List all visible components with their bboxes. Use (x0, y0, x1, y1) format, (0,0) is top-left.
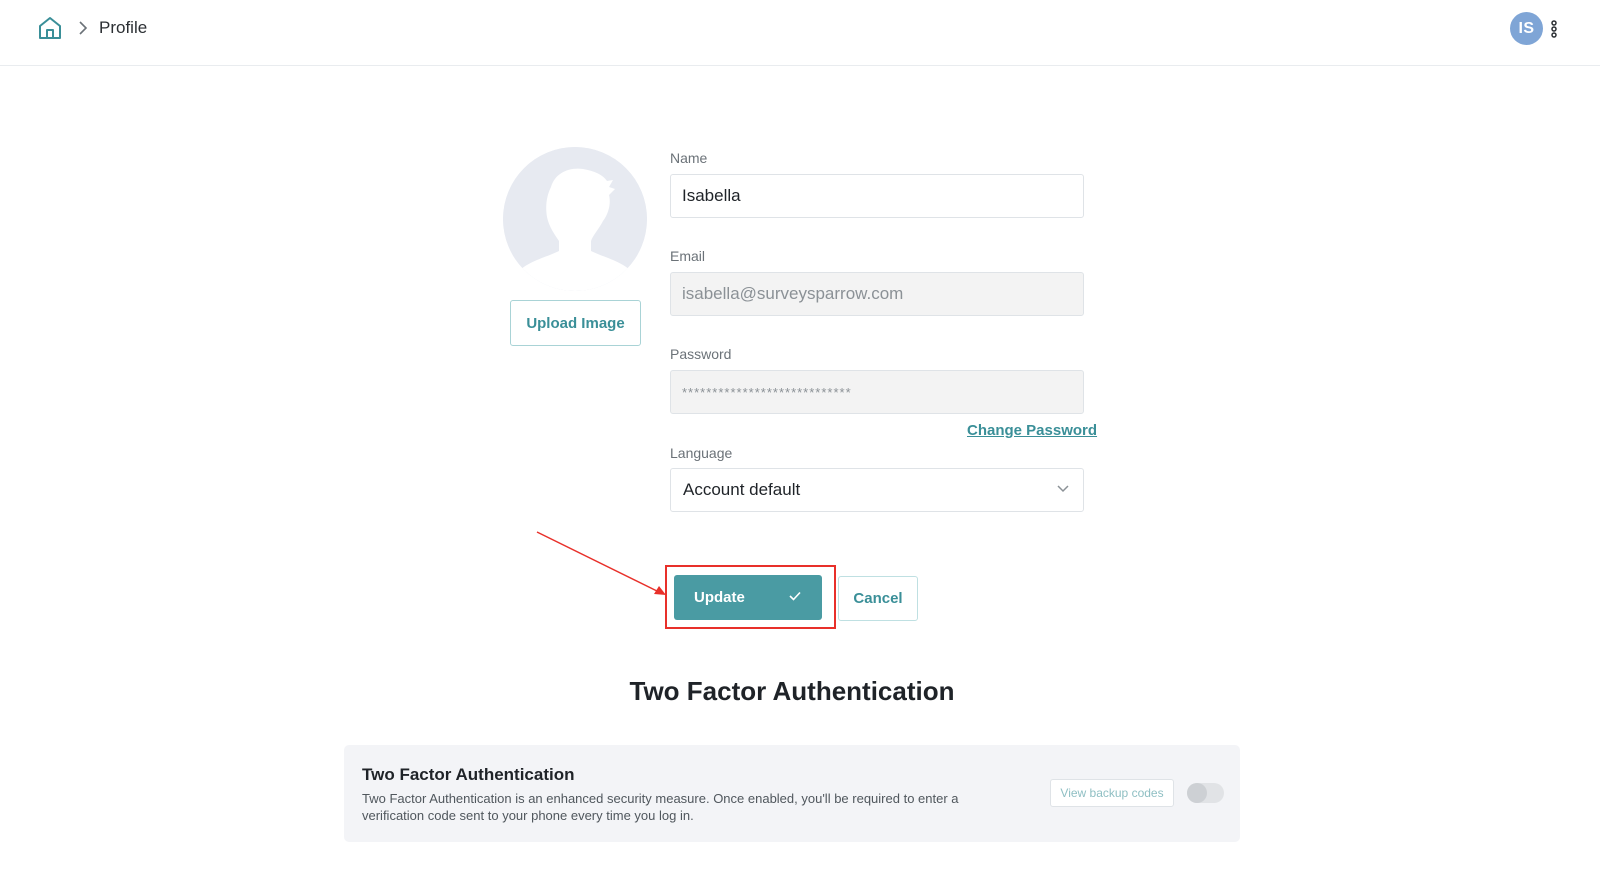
update-button-label: Update (694, 589, 745, 606)
profile-photo-placeholder (503, 147, 647, 291)
top-bar: Profile IS (0, 0, 1600, 66)
cancel-button[interactable]: Cancel (838, 576, 918, 621)
check-icon (788, 589, 802, 607)
language-select[interactable]: Account default (670, 468, 1084, 512)
name-label: Name (670, 150, 708, 166)
two-factor-card: Two Factor Authentication Two Factor Aut… (344, 745, 1240, 842)
language-label: Language (670, 445, 733, 461)
password-field: **************************** (670, 370, 1084, 414)
two-factor-toggle[interactable] (1187, 783, 1224, 803)
update-button[interactable]: Update (674, 575, 822, 620)
user-avatar[interactable]: IS (1510, 12, 1543, 45)
change-password-link[interactable]: Change Password (967, 422, 1097, 439)
two-factor-card-title: Two Factor Authentication (362, 765, 575, 784)
email-label: Email (670, 248, 706, 264)
upload-image-button[interactable]: Upload Image (510, 300, 641, 346)
chevron-down-icon (1055, 480, 1071, 501)
home-icon[interactable] (36, 14, 64, 42)
more-vertical-icon[interactable] (1549, 17, 1559, 41)
toggle-knob (1187, 783, 1207, 803)
name-input[interactable]: Isabella (670, 174, 1084, 218)
view-backup-codes-button[interactable]: View backup codes (1050, 779, 1174, 807)
chevron-right-icon (76, 18, 90, 38)
password-label: Password (670, 346, 732, 362)
email-field: isabella@surveysparrow.com (670, 272, 1084, 316)
annotation-arrow (536, 531, 666, 595)
language-select-value: Account default (683, 480, 801, 499)
two-factor-card-description: Two Factor Authentication is an enhanced… (362, 791, 959, 823)
two-factor-section-heading: Two Factor Authentication (629, 676, 955, 706)
breadcrumb-title: Profile (99, 18, 148, 37)
